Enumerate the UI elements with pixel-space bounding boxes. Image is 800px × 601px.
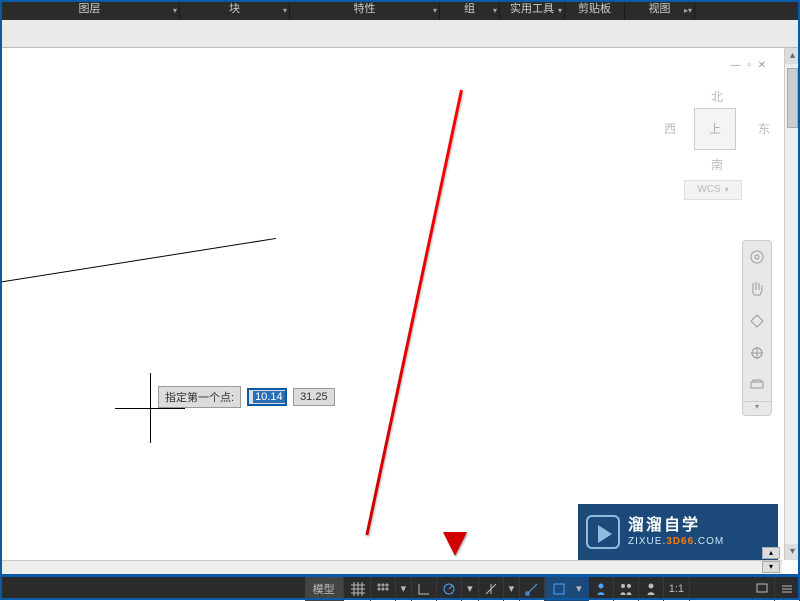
polar-toggle-icon[interactable] [437,577,462,601]
watermark-play-icon [586,515,620,549]
ribbon-panel-utilities[interactable]: 实用工具 ▾ [500,0,565,20]
ribbon-panel-layers[interactable]: 图层 ▾ [0,0,180,20]
horizontal-scrollbar[interactable]: ▴ ▾ [0,560,782,574]
status-dropdown-icon[interactable]: ▾ [462,577,479,601]
watermark-logo: 溜溜自学 ZIXUE.3D66.COM [578,504,778,560]
ribbon-label: 块 [229,3,240,15]
ribbon-label: 视图 [649,3,671,15]
viewcube-north[interactable]: 北 [662,88,772,105]
scroll-down-small-icon[interactable]: ▾ [762,561,780,573]
scroll-down-icon[interactable]: ▾ [785,544,800,560]
scroll-thumb[interactable] [787,68,798,128]
watermark-url: ZIXUE.3D66.COM [628,536,724,548]
viewcube-south[interactable]: 南 [662,156,772,173]
navigation-bar: ▾ [742,240,772,416]
cursor-pair-icon[interactable] [614,577,639,601]
ribbon-panel-group[interactable]: 组▾ [440,0,500,20]
nav-steering-wheel-icon[interactable] [743,241,771,273]
dynamic-input-tooltip: 指定第一个点: 10.14 31.25 [158,386,335,408]
osnap-tracking-icon[interactable] [520,577,545,601]
ribbon-label: 图层 [79,3,101,15]
viewcube[interactable]: — ▫ ✕ 北 西 上 东 南 WCS [662,60,772,210]
snap-toggle-icon[interactable] [371,577,396,601]
dynamic-x-input[interactable]: 10.14 [247,388,287,406]
annotation-arrow-head [443,532,467,556]
grid-toggle-icon[interactable] [346,577,371,601]
dropdown-icon: ▾ [433,2,437,20]
document-tab-bar[interactable] [0,20,800,48]
workspace-switching-icon[interactable] [750,577,775,601]
ribbon-label: 实用工具 [510,3,554,15]
viewcube-west[interactable]: 西 [664,120,676,137]
isoplane-icon[interactable] [479,577,504,601]
dropdown-icon: ▾ [493,2,497,20]
crosshair-vertical [150,373,151,443]
nav-orbit-icon[interactable] [743,337,771,369]
ribbon-label: 剪贴板 [578,3,611,15]
dynamic-y-value[interactable]: 31.25 [293,388,335,406]
ribbon-panel-block[interactable]: 块▾ [180,0,290,20]
ribbon-panel-properties[interactable]: 特性 ▾ [290,0,440,20]
viewcube-east[interactable]: 东 [758,120,770,137]
drawn-line [0,238,276,289]
cursor-person-icon[interactable] [589,577,614,601]
customize-ui-icon[interactable] [775,577,800,601]
ribbon-panel-clipboard[interactable]: 剪贴板 [565,0,625,20]
status-dropdown-icon[interactable]: ▾ [396,577,413,601]
dropdown-icon: ▾ [558,2,562,20]
dropdown-icon: ▸▾ [684,2,692,20]
status-dropdown-icon[interactable]: ▾ [571,577,587,601]
nav-showmotion-icon[interactable] [743,369,771,401]
vertical-scrollbar[interactable]: ▴ ▾ [784,48,800,560]
viewcube-top[interactable]: 上 [694,108,736,150]
viewcube-wcs-dropdown[interactable]: WCS [684,180,742,200]
ribbon-label: 特性 [354,3,376,15]
dynamic-prompt-label: 指定第一个点: [158,386,241,408]
osnap-group-highlighted: ▾ [545,577,589,601]
status-bar: 模型 ▾ ▾ ▾ ▾ 1:1 [0,574,800,600]
ortho-toggle-icon[interactable] [412,577,437,601]
ribbon-label: 组 [464,3,475,15]
annotation-scale-button[interactable]: 1:1 [664,577,690,601]
nav-zoom-extents-icon[interactable] [743,305,771,337]
nav-pan-icon[interactable] [743,273,771,305]
cursor-single-icon[interactable] [639,577,664,601]
osnap-2d-icon[interactable] [547,577,571,601]
watermark-title: 溜溜自学 [628,516,724,535]
status-dropdown-icon[interactable]: ▾ [504,577,521,601]
scroll-up-icon[interactable]: ▴ [785,48,800,64]
dropdown-icon: ▾ [173,2,177,20]
dropdown-icon: ▾ [283,2,287,20]
model-space-button[interactable]: 模型 [305,577,344,601]
nav-menu-icon[interactable]: ▾ [743,401,771,415]
ribbon-panel-view[interactable]: 视图 ▸▾ [625,0,695,20]
scroll-up-small-icon[interactable]: ▴ [762,547,780,559]
palette-controls-icon[interactable]: — ▫ ✕ [731,60,768,71]
